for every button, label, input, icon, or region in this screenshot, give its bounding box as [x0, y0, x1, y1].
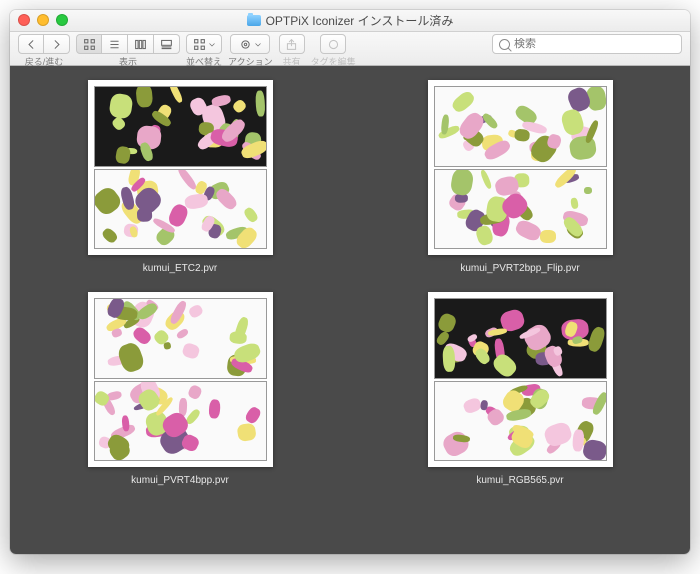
chevron-left-icon [25, 38, 38, 51]
file-thumbnail[interactable] [428, 80, 613, 255]
chevron-right-icon [50, 38, 63, 51]
finder-window: OPTPiX Iconizer インストール済み 戻る/進む [10, 10, 690, 554]
zoom-window-button[interactable] [56, 14, 68, 26]
arrange-button[interactable] [186, 34, 222, 54]
tag-icon [327, 38, 340, 51]
share-button[interactable] [279, 34, 305, 54]
thumbnail-bottom-half [94, 381, 267, 462]
arrange-group: 並べ替え [186, 34, 222, 68]
close-window-button[interactable] [18, 14, 30, 26]
view-columns-button[interactable] [128, 34, 154, 54]
thumbnail-top-half [434, 298, 607, 379]
file-item[interactable]: kumui_RGB565.pvr [428, 292, 613, 486]
thumbnail-bottom-half [434, 169, 607, 250]
action-group: アクション [228, 34, 273, 68]
file-item[interactable]: kumui_PVRT4bpp.pvr [88, 292, 273, 486]
file-name-label[interactable]: kumui_PVRT2bpp_Flip.pvr [460, 263, 579, 274]
gear-icon [239, 38, 252, 51]
file-thumbnail[interactable] [428, 292, 613, 467]
view-coverflow-button[interactable] [154, 34, 180, 54]
file-item[interactable]: kumui_PVRT2bpp_Flip.pvr [428, 80, 613, 274]
tags-group: タグを編集 [311, 34, 356, 68]
file-thumbnail[interactable] [88, 80, 273, 255]
search-group [492, 34, 682, 54]
icon-view-area[interactable]: kumui_ETC2.pvr kumui_PVRT2bpp_Flip.pvrkum… [10, 66, 690, 554]
window-title-text: OPTPiX Iconizer インストール済み [266, 12, 454, 29]
edit-tags-button[interactable] [320, 34, 346, 54]
forward-button[interactable] [44, 34, 70, 54]
action-button[interactable] [230, 34, 270, 54]
grid-icon [83, 38, 96, 51]
back-button[interactable] [18, 34, 44, 54]
toolbar: 戻る/進む 表示 [10, 32, 690, 66]
window-controls [18, 14, 68, 26]
thumbnail-top-half [94, 86, 267, 167]
view-icons-button[interactable] [76, 34, 102, 54]
chevron-down-icon [208, 38, 216, 51]
thumbnail-top-half [94, 298, 267, 379]
file-thumbnail[interactable] [88, 292, 273, 467]
arrange-icon [193, 38, 206, 51]
share-group: 共有 [279, 34, 305, 68]
file-name-label[interactable]: kumui_ETC2.pvr [143, 263, 217, 274]
thumbnail-bottom-half [434, 381, 607, 462]
view-list-button[interactable] [102, 34, 128, 54]
columns-icon [134, 38, 147, 51]
file-name-label[interactable]: kumui_RGB565.pvr [476, 475, 563, 486]
titlebar[interactable]: OPTPiX Iconizer インストール済み [10, 10, 690, 32]
file-item[interactable]: kumui_ETC2.pvr [88, 80, 273, 274]
thumbnail-bottom-half [94, 169, 267, 250]
search-icon [499, 39, 510, 50]
minimize-window-button[interactable] [37, 14, 49, 26]
window-title: OPTPiX Iconizer インストール済み [247, 12, 454, 29]
file-name-label[interactable]: kumui_PVRT4bpp.pvr [131, 475, 229, 486]
folder-icon [247, 15, 261, 26]
chevron-down-icon [254, 38, 262, 51]
thumbnail-top-half [434, 86, 607, 167]
nav-group: 戻る/進む [18, 34, 70, 68]
share-icon [285, 38, 298, 51]
search-field[interactable] [492, 34, 682, 54]
view-group: 表示 [76, 34, 180, 68]
coverflow-icon [160, 38, 173, 51]
search-input[interactable] [514, 38, 675, 50]
list-icon [108, 38, 121, 51]
